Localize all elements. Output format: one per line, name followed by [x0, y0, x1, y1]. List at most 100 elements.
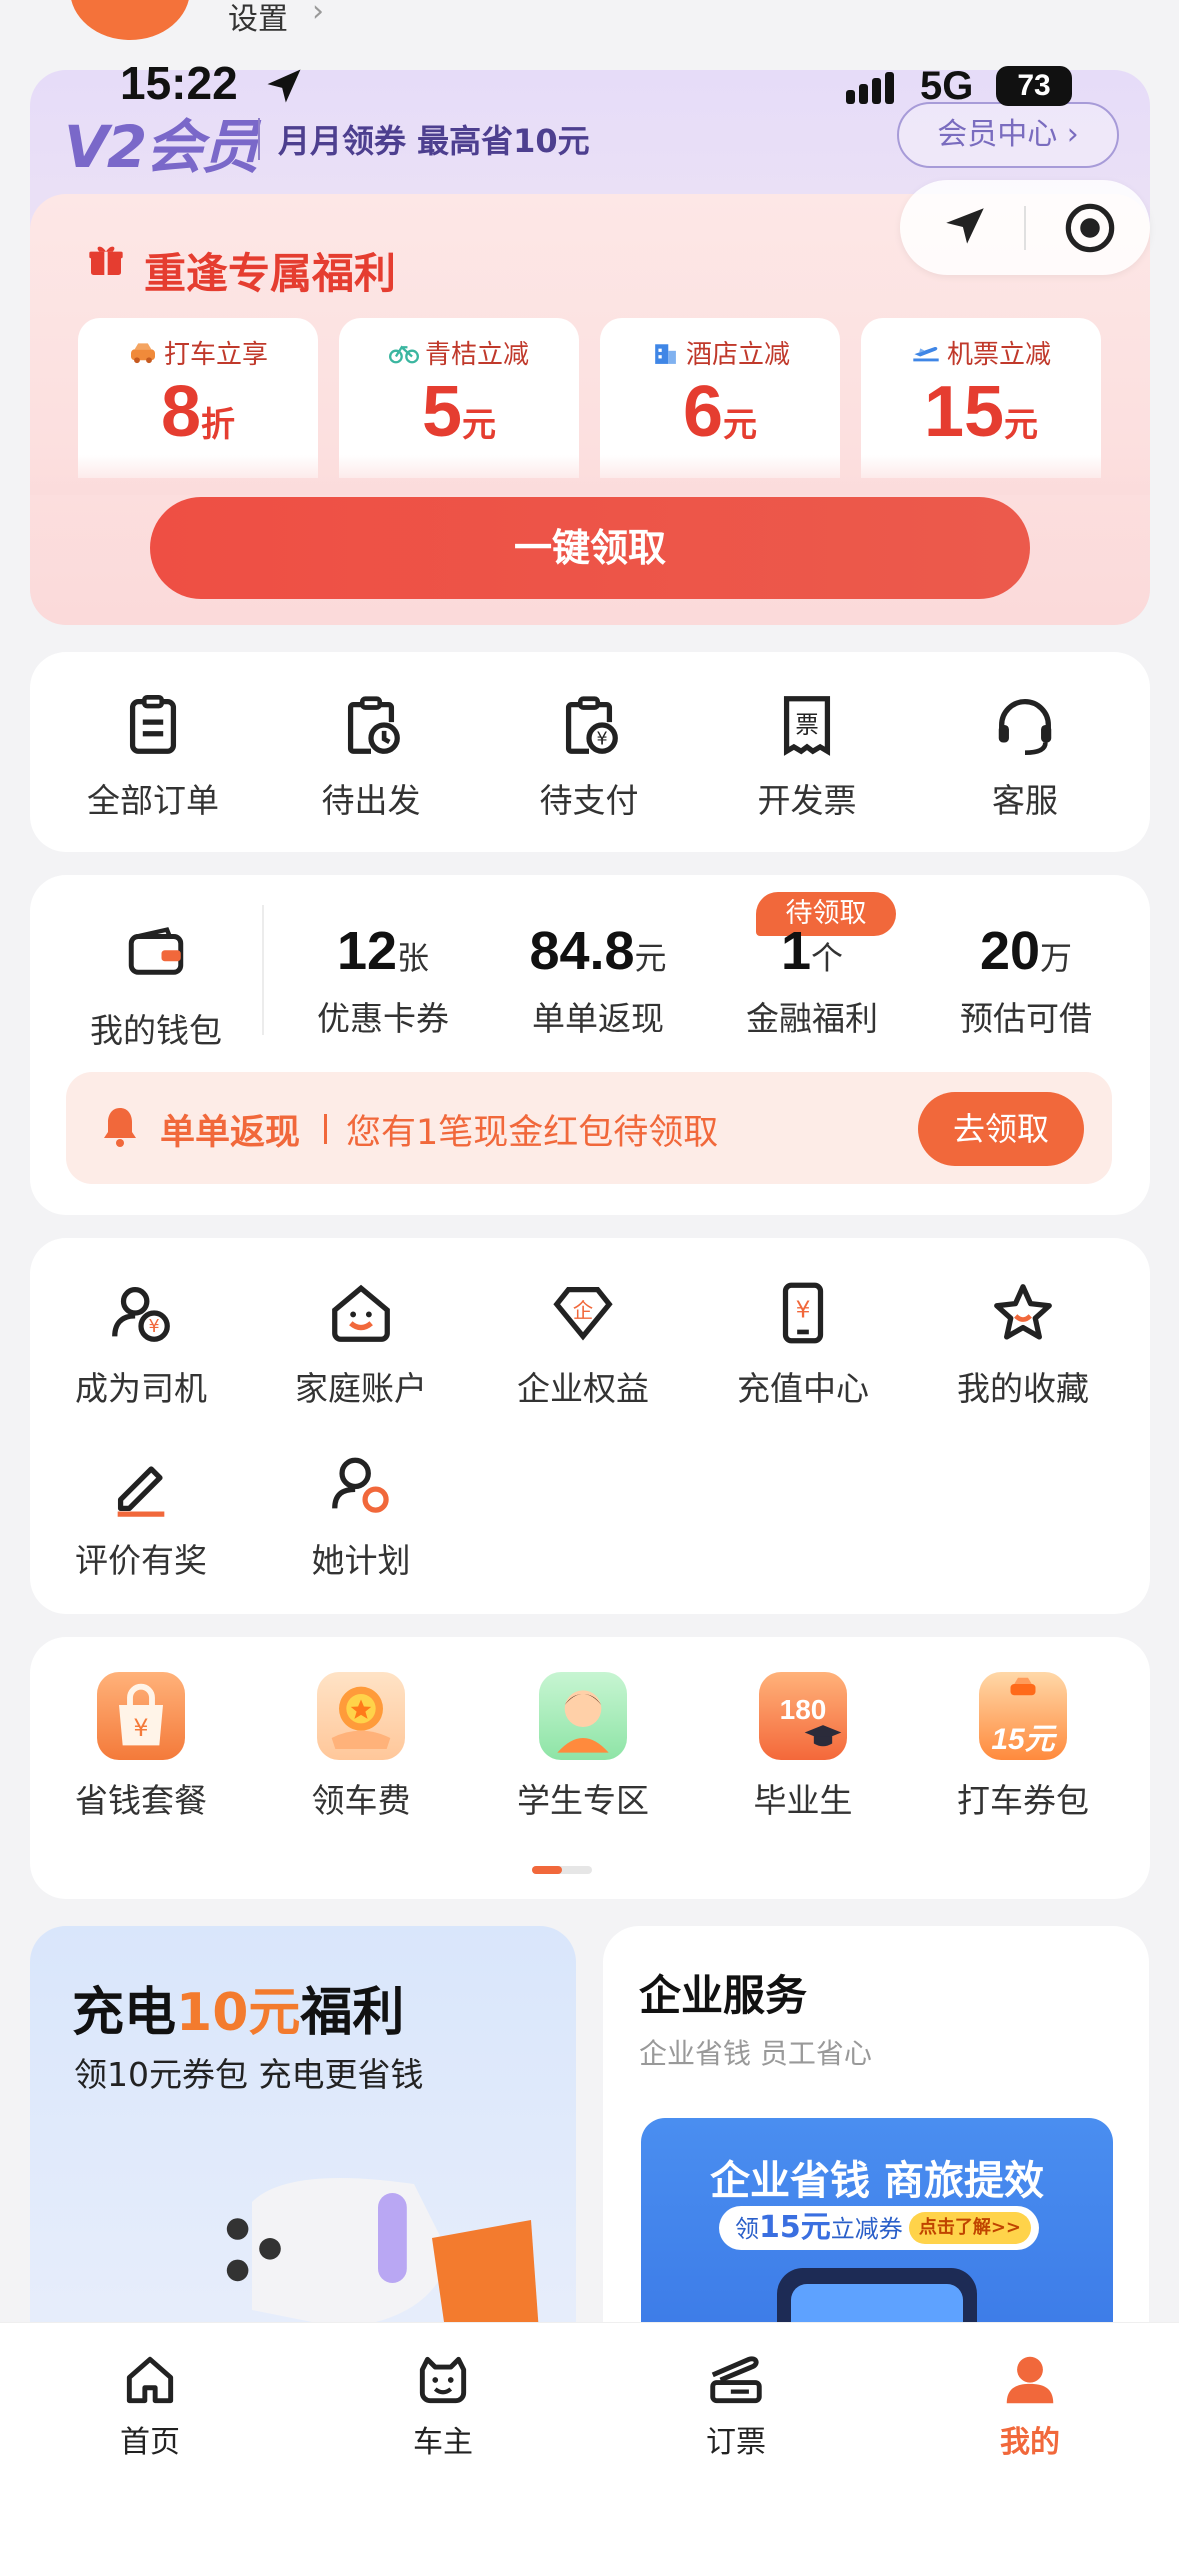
orders-pending-departure[interactable]: 待出发: [261, 690, 481, 822]
service-favorites[interactable]: 我的收藏: [913, 1278, 1133, 1410]
clipboard-icon: [129, 694, 177, 754]
wallet-finance[interactable]: 1个 金融福利: [707, 920, 917, 1040]
svg-text:¥: ¥: [133, 1714, 148, 1742]
service-family-account[interactable]: 家庭账户: [251, 1278, 471, 1410]
clock-clipboard-icon: [347, 696, 400, 754]
wallet-item-label: 预估可借: [960, 999, 1092, 1038]
recharge-icon: ¥: [782, 1282, 824, 1344]
promo-label: 省钱套餐: [75, 1781, 207, 1820]
wallet-value: 12: [336, 921, 398, 981]
svg-text:¥: ¥: [796, 1295, 811, 1323]
promo-label: 领车费: [311, 1781, 411, 1820]
car-icon: [130, 342, 155, 363]
service-label: 我的收藏: [957, 1369, 1089, 1408]
cashback-banner[interactable]: 单单返现 您有1笔现金红包待领取 去领取: [66, 1072, 1112, 1184]
order-label: 客服: [992, 781, 1058, 820]
orders-customer-service[interactable]: 客服: [915, 690, 1135, 822]
deal-card-hotel[interactable]: 酒店立减 6元: [600, 318, 840, 478]
wallet-cashback[interactable]: 84.8元 单单返现: [493, 920, 703, 1040]
wallet-item-label: 金融福利: [746, 999, 878, 1038]
deal-label: 酒店立减: [685, 340, 790, 370]
wallet-unit: 元: [634, 939, 667, 977]
coupon-pill[interactable]: 领15元立减券 点击了解>>: [719, 2206, 1039, 2250]
tab-label: 首页: [120, 2425, 180, 2460]
tab-label: 订票: [706, 2425, 766, 2460]
deal-label: 青桔立减: [424, 340, 529, 370]
tab-tickets[interactable]: 订票: [636, 2349, 836, 2461]
service-enterprise[interactable]: 企 企业权益: [473, 1278, 693, 1410]
wallet-entry[interactable]: 我的钱包: [46, 920, 266, 1052]
deal-unit: 元: [462, 405, 497, 445]
service-become-driver[interactable]: ¥ 成为司机: [31, 1278, 251, 1410]
claim-cashback-button[interactable]: 去领取: [918, 1092, 1084, 1166]
service-label: 评价有奖: [75, 1541, 207, 1580]
deal-value: 15: [923, 372, 1005, 452]
divider: [324, 1114, 327, 1144]
service-label: 她计划: [311, 1541, 411, 1580]
service-label: 充值中心: [737, 1369, 869, 1408]
wallet-value: 1: [780, 921, 812, 981]
taxi-coupon-icon: 15元: [979, 1672, 1067, 1760]
chevron-right-icon: ›: [312, 0, 324, 29]
service-review-reward[interactable]: 评价有奖: [31, 1450, 251, 1582]
wallet-label: 我的钱包: [90, 1011, 222, 1050]
promo-taxi-coupon[interactable]: 15元 打车券包: [913, 1672, 1133, 1822]
orders-pending-payment[interactable]: ¥ 待支付: [479, 690, 699, 822]
service-label: 成为司机: [75, 1369, 207, 1408]
driver-icon: ¥: [112, 1287, 170, 1342]
wallet-value: 84.8: [529, 921, 635, 981]
coin-hand-icon: [317, 1672, 405, 1760]
status-time: 15:22: [120, 57, 238, 109]
hotel-icon: [655, 343, 676, 364]
service-her-plan[interactable]: 她计划: [251, 1450, 471, 1582]
bottom-tab-bar: 首页 车主 订票 我的: [0, 2322, 1179, 2556]
tab-label: 车主: [413, 2425, 473, 2460]
svg-text:票: 票: [795, 710, 818, 738]
target-icon[interactable]: [1064, 202, 1116, 254]
svg-text:企: 企: [573, 1299, 593, 1323]
signal-icon: [846, 72, 898, 104]
tab-car-owner[interactable]: 车主: [343, 2349, 543, 2461]
tab-profile[interactable]: 我的: [930, 2349, 1130, 2461]
deal-fade: [30, 455, 1150, 495]
learn-more-tag[interactable]: 点击了解>>: [908, 2212, 1031, 2244]
star-icon: [994, 1284, 1052, 1340]
wallet-loan[interactable]: 20万 预估可借: [921, 920, 1131, 1040]
wallet-unit: 万: [1040, 939, 1073, 977]
promo-student-zone[interactable]: 学生专区: [473, 1672, 693, 1822]
status-bar: 15:22 5G 73: [0, 50, 1179, 120]
promo-graduate[interactable]: 180 毕业生: [693, 1672, 913, 1822]
home-smile-icon: [332, 1284, 390, 1342]
promo-label: 打车券包: [957, 1781, 1089, 1820]
avatar[interactable]: [70, 0, 190, 40]
miniprogram-capsule: [900, 180, 1150, 275]
her-plan-icon: [332, 1457, 389, 1513]
deal-card-taxi[interactable]: 打车立享 8折: [78, 318, 318, 478]
deal-card-flight[interactable]: 机票立减 15元: [861, 318, 1101, 478]
service-recharge[interactable]: ¥ 充值中心: [693, 1278, 913, 1410]
deal-unit: 折: [201, 405, 236, 445]
claim-all-button[interactable]: 一键领取: [150, 497, 1030, 599]
charging-promo-card[interactable]: 充电10元福利 领10元券包 充电更省钱: [30, 1926, 576, 2366]
deal-value: 8: [160, 372, 202, 452]
deal-card-bike[interactable]: 青桔立减 5元: [339, 318, 579, 478]
battery-icon: 73: [996, 66, 1072, 106]
enterprise-service-card[interactable]: 企业服务 企业省钱 员工省心 企业省钱 商旅提效 领15元立减券 点击了解>>: [603, 1926, 1149, 2366]
promo-savings-package[interactable]: ¥ 省钱套餐: [31, 1672, 251, 1822]
order-label: 待支付: [539, 781, 639, 820]
deal-unit: 元: [723, 405, 758, 445]
svg-text:¥: ¥: [149, 1317, 160, 1337]
orders-all[interactable]: 全部订单: [43, 690, 263, 822]
promo-car-fee[interactable]: 领车费: [251, 1672, 471, 1822]
headset-icon: [998, 699, 1052, 756]
promo-label: 学生专区: [517, 1781, 649, 1820]
orders-invoice[interactable]: 票 开发票: [697, 690, 917, 822]
tab-home[interactable]: 首页: [50, 2349, 250, 2461]
deal-label: 机票立减: [946, 340, 1051, 370]
wallet-coupons[interactable]: 12张 优惠卡券: [278, 920, 488, 1040]
enterprise-title: 企业服务: [639, 1971, 808, 2020]
charging-title: 充电10元福利: [72, 1983, 405, 2043]
navigation-icon[interactable]: [940, 202, 990, 252]
settings-link[interactable]: 设置: [228, 0, 288, 38]
service-label: 家庭账户: [295, 1369, 427, 1408]
